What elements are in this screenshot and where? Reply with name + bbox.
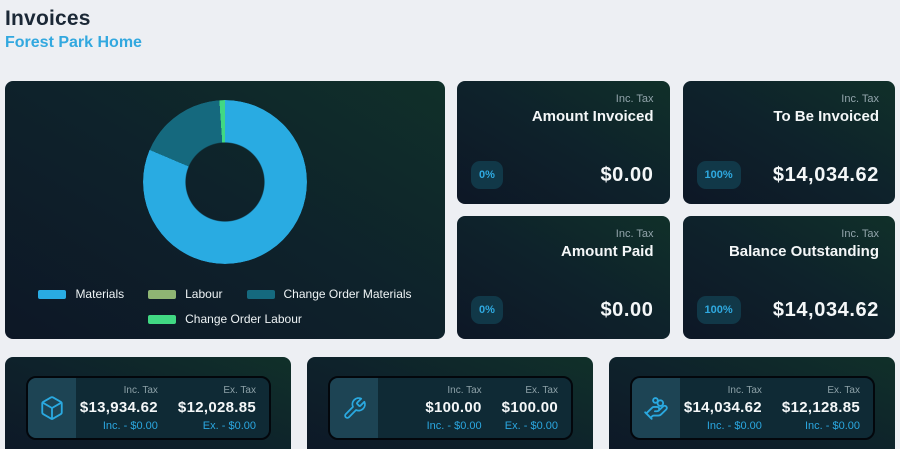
legend-label: Materials: [75, 287, 125, 301]
percent-badge: 0%: [471, 296, 503, 324]
legend-item-materials[interactable]: Materials: [38, 287, 124, 301]
summary-card-labour: Inc. Tax $100.00 Inc. - $0.00 Ex. Tax $1…: [307, 357, 593, 449]
inc-tax-column: Inc. Tax $13,934.62 Inc. - $0.00: [80, 385, 158, 432]
tax-column-subamount: Ex. - $0.00: [202, 419, 256, 432]
metric-title: Balance Outstanding: [728, 243, 879, 260]
legend-label: Change Order Labour: [185, 312, 302, 326]
labour-totals-panel[interactable]: Inc. Tax $100.00 Inc. - $0.00 Ex. Tax $1…: [328, 376, 573, 440]
wrench-icon: [343, 396, 366, 419]
tax-column-amount: $100.00: [501, 398, 558, 416]
inc-tax-column: Inc. Tax $100.00 Inc. - $0.00: [425, 385, 481, 432]
inc-tax-column: Inc. Tax $14,034.62 Inc. - $0.00: [684, 385, 762, 432]
percent-badge: 100%: [696, 161, 741, 189]
summary-card-total: Inc. Tax $14,034.62 Inc. - $0.00 Ex. Tax…: [609, 357, 895, 449]
tax-mode-label: Inc. Tax: [615, 228, 654, 240]
summary-card-materials: Inc. Tax $13,934.62 Inc. - $0.00 Ex. Tax…: [5, 357, 291, 449]
metric-amount: $0.00: [600, 298, 654, 321]
legend-swatch: [148, 314, 177, 324]
tax-column-amount: $100.00: [425, 398, 482, 416]
metric-title: To Be Invoiced: [773, 108, 879, 125]
tax-column-subamount: Inc. - $0.00: [804, 419, 860, 432]
icon-box: [330, 378, 378, 438]
metric-amount: $14,034.62: [772, 298, 879, 321]
legend-swatch: [246, 289, 275, 299]
metrics-grid: Inc. Tax Amount Invoiced 0% $0.00 Inc. T…: [457, 81, 895, 339]
totals-row: Inc. Tax $13,934.62 Inc. - $0.00 Ex. Tax…: [5, 357, 895, 449]
icon-box: [28, 378, 76, 438]
donut-chart[interactable]: [143, 100, 307, 264]
legend-item-change-order-labour[interactable]: Change Order Labour: [148, 312, 302, 326]
tax-mode-label: Inc. Tax: [841, 228, 879, 240]
legend-item-change-order-materials[interactable]: Change Order Materials: [246, 287, 412, 301]
tax-column-label: Ex. Tax: [525, 384, 558, 396]
project-name-link[interactable]: Forest Park Home: [5, 34, 895, 52]
legend-swatch: [148, 289, 177, 299]
tax-column-amount: $14,034.62: [683, 398, 762, 416]
percent-badge: 100%: [696, 296, 741, 324]
tax-column-subamount: Inc. - $0.00: [706, 419, 762, 432]
tax-column-label: Ex. Tax: [827, 384, 860, 396]
metric-card-balance-outstanding: Inc. Tax Balance Outstanding 100% $14,03…: [682, 216, 895, 339]
metric-card-amount-paid: Inc. Tax Amount Paid 0% $0.00: [457, 216, 670, 339]
legend-swatch: [38, 289, 67, 299]
metric-amount: $14,034.62: [772, 163, 879, 186]
tax-column-amount: $12,028.85: [177, 398, 256, 416]
invoice-breakdown-chart-card: Materials Labour Change Order Materials Cha…: [5, 81, 445, 339]
tax-mode-label: Inc. Tax: [615, 93, 654, 105]
legend-item-labour[interactable]: Labour: [148, 287, 223, 301]
tax-column-label: Inc. Tax: [447, 384, 482, 396]
page-title: Invoices: [5, 7, 91, 30]
ex-tax-column: Ex. Tax $12,028.85 Ex. - $0.00: [178, 385, 256, 432]
metric-title: Amount Paid: [561, 243, 654, 260]
package-icon: [41, 396, 63, 420]
metric-title: Amount Invoiced: [531, 108, 654, 125]
page-header: Invoices Forest Park Home: [5, 7, 895, 52]
tax-column-amount: $13,934.62: [79, 398, 158, 416]
ex-tax-column: Ex. Tax $100.00 Ex. - $0.00: [502, 385, 558, 432]
metric-card-amount-invoiced: Inc. Tax Amount Invoiced 0% $0.00: [457, 81, 670, 204]
legend-label: Change Order Materials: [283, 287, 412, 301]
tax-column-amount: $12,128.85: [781, 398, 860, 416]
tax-column-subamount: Inc. - $0.00: [426, 419, 482, 432]
metric-card-to-be-invoiced: Inc. Tax To Be Invoiced 100% $14,034.62: [682, 81, 895, 204]
tax-mode-label: Inc. Tax: [841, 93, 879, 105]
invoices-page: Invoices Forest Park Home Materials Labou…: [0, 0, 900, 449]
tax-column-label: Ex. Tax: [223, 384, 256, 396]
chart-legend: Materials Labour Change Order Materials Cha…: [13, 287, 437, 326]
tax-column-label: Inc. Tax: [123, 384, 158, 396]
total-panel[interactable]: Inc. Tax $14,034.62 Inc. - $0.00 Ex. Tax…: [630, 376, 875, 440]
ex-tax-column: Ex. Tax $12,128.85 Inc. - $0.00: [782, 385, 860, 432]
icon-box: [632, 378, 680, 438]
tax-column-label: Inc. Tax: [727, 384, 762, 396]
tax-column-subamount: Ex. - $0.00: [504, 419, 558, 432]
percent-badge: 0%: [471, 161, 503, 189]
legend-label: Labour: [185, 287, 223, 301]
metric-amount: $0.00: [600, 163, 654, 186]
hand-coins-icon: [644, 397, 668, 420]
tax-column-subamount: Inc. - $0.00: [102, 419, 158, 432]
materials-totals-panel[interactable]: Inc. Tax $13,934.62 Inc. - $0.00 Ex. Tax…: [26, 376, 271, 440]
